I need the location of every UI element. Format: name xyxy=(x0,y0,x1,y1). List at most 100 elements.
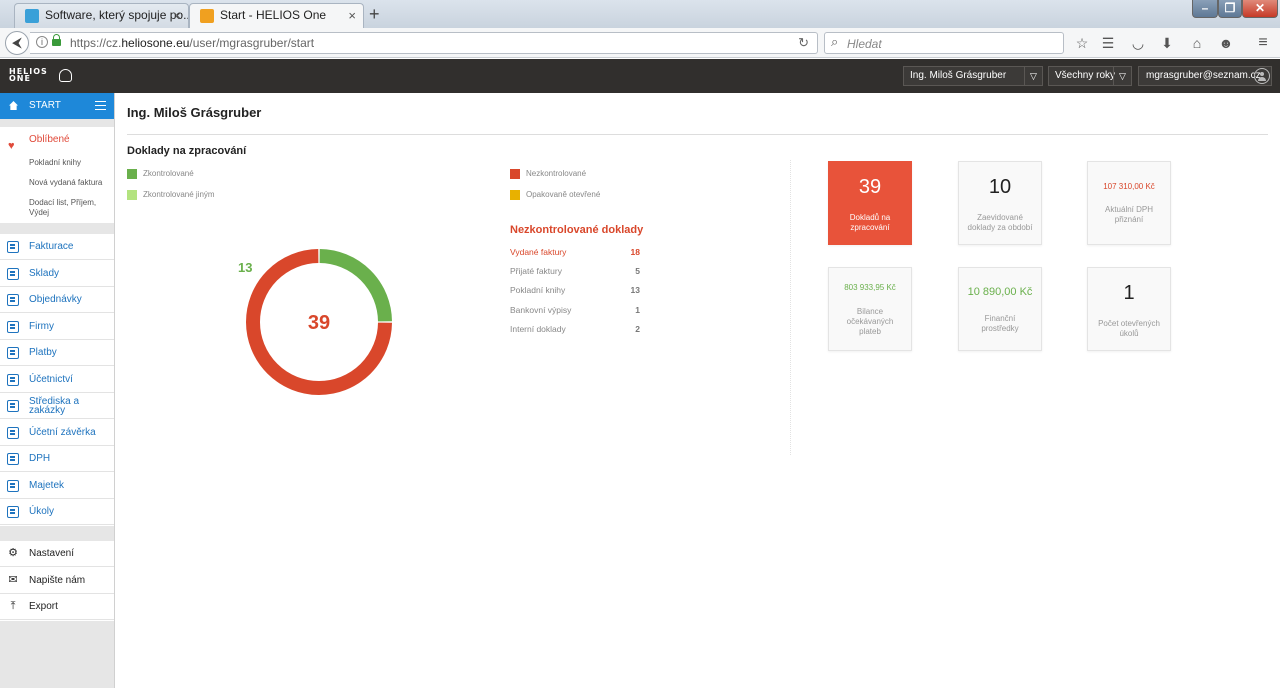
sidebar-item-nastaveni[interactable]: ⚙ Nastavení xyxy=(0,541,114,567)
menu-icon[interactable]: ≡ xyxy=(1254,34,1272,52)
sidebar-start[interactable]: START xyxy=(0,93,114,119)
user-icon[interactable] xyxy=(1254,68,1270,84)
app-header: HELIOS ONE Ing. Miloš Grásgruber ▽ Všech… xyxy=(0,59,1280,93)
company-select[interactable]: Ing. Miloš Grásgruber ▽ xyxy=(903,66,1043,86)
pocket-icon[interactable]: ◡ xyxy=(1129,34,1147,52)
browser-tab-start[interactable]: Start - HELIOS One × xyxy=(189,3,364,28)
close-tab-icon[interactable]: × xyxy=(348,4,356,27)
sidebar-item-strediska[interactable]: Střediska a zakázky xyxy=(0,393,114,419)
sidebar-item-napiste-nam[interactable]: ✉ Napište nám xyxy=(0,568,114,594)
favorite-item[interactable]: Nová vydaná faktura xyxy=(29,178,113,188)
favorites-section: ♥ Oblíbené Pokladní knihy Nová vydaná fa… xyxy=(0,127,114,223)
reading-list-icon[interactable]: ☰ xyxy=(1099,34,1117,52)
gear-icon: ⚙ xyxy=(8,547,18,559)
download-icon[interactable]: ⬇ xyxy=(1158,34,1176,52)
upload-icon: ⤒ xyxy=(10,600,16,612)
hierarchy-icon xyxy=(7,400,19,412)
documents-donut-chart: 39 xyxy=(246,249,392,395)
unchecked-row[interactable]: Bankovní výpisy 1 xyxy=(510,305,640,315)
legend-swatch xyxy=(127,169,137,179)
closing-lock-icon xyxy=(7,427,19,439)
building-icon xyxy=(7,321,19,333)
tab-title: Software, který spojuje po... xyxy=(45,8,189,22)
sidebar-item-fakturace[interactable]: Fakturace xyxy=(0,234,114,260)
search-input[interactable]: ⌕ Hledat xyxy=(824,32,1064,54)
tile-documents-to-process[interactable]: 39 Dokladů na zpracování xyxy=(828,161,912,245)
sidebar-item-platby[interactable]: Platby xyxy=(0,340,114,366)
browser-tab-software[interactable]: Software, který spojuje po... × xyxy=(14,3,189,28)
heart-icon: ♥ xyxy=(8,140,15,152)
browser-tab-strip: Software, který spojuje po... × Start - … xyxy=(0,0,1280,28)
year-select[interactable]: Všechny roky ▽ xyxy=(1048,66,1132,86)
tile-open-tasks[interactable]: 1 Počet otevřených úkolů xyxy=(1087,267,1171,351)
legend-checked-by-other: Zkontrolované jiným xyxy=(127,190,215,200)
donut-center-value: 39 xyxy=(308,312,330,334)
favorite-item[interactable]: Dodací list, Příjem, Výdej xyxy=(29,198,113,218)
modules-section: Fakturace Sklady Objednávky Firmy Platby… xyxy=(0,234,114,526)
bookmark-star-icon[interactable]: ☆ xyxy=(1073,34,1091,52)
url-text: https://cz.heliosone.eu/user/mgrasgruber… xyxy=(70,36,315,50)
home-icon[interactable]: ⌂ xyxy=(1188,34,1206,52)
tax-jar-icon xyxy=(7,453,19,465)
favorite-item[interactable]: Pokladní knihy xyxy=(29,158,113,168)
search-icon: ⌕ xyxy=(831,34,839,49)
legend-swatch xyxy=(510,169,520,179)
tile-expected-payments[interactable]: 803 933,95 Kč Bilance očekávaných plateb xyxy=(828,267,912,351)
divider xyxy=(127,134,1268,135)
unchecked-documents-title: Nezkontrolované doklady xyxy=(510,224,644,236)
unchecked-row[interactable]: Přijaté faktury 5 xyxy=(510,266,640,276)
unchecked-row[interactable]: Interní doklady 2 xyxy=(510,324,640,334)
browser-nav-bar: ⮜ i https://cz.heliosone.eu/user/mgrasgr… xyxy=(0,28,1280,58)
reload-icon[interactable]: ↻ xyxy=(798,35,809,51)
lock-icon[interactable] xyxy=(52,34,61,46)
sidebar: START ♥ Oblíbené Pokladní knihy Nová vyd… xyxy=(0,93,115,688)
box-icon xyxy=(7,268,19,280)
chevron-down-icon: ▽ xyxy=(1024,67,1042,85)
sidebar-item-sklady[interactable]: Sklady xyxy=(0,261,114,287)
tasks-icon xyxy=(7,506,19,518)
cloud-favicon-icon xyxy=(200,9,214,23)
legend-reopened: Opakovaně otevřené xyxy=(510,190,600,200)
sidebar-item-export[interactable]: ⤒ Export xyxy=(0,594,114,620)
sidebar-item-favorites[interactable]: ♥ Oblíbené xyxy=(0,127,114,153)
tile-financial-means[interactable]: 10 890,00 Kč Finanční prostředky xyxy=(958,267,1042,351)
legend-swatch xyxy=(510,190,520,200)
sidebar-item-dph[interactable]: DPH xyxy=(0,446,114,472)
invoice-icon xyxy=(7,241,19,253)
donut-checked-label: 13 xyxy=(238,260,253,275)
chevron-down-icon: ▽ xyxy=(1113,67,1131,85)
payment-card-icon xyxy=(7,347,19,359)
legend-checked: Zkontrolované xyxy=(127,169,194,179)
close-window-button[interactable]: ✕ xyxy=(1242,0,1278,18)
unchecked-row[interactable]: Vydané faktury 18 xyxy=(510,247,640,257)
minimize-window-button[interactable]: – xyxy=(1192,0,1218,18)
tab-title: Start - HELIOS One xyxy=(220,8,327,22)
page-title: Ing. Miloš Grásgruber xyxy=(127,105,262,120)
hamburger-icon[interactable] xyxy=(95,101,106,110)
tile-recorded-documents[interactable]: 10 Zaevidované doklady za období xyxy=(958,161,1042,245)
close-tab-icon[interactable]: × xyxy=(173,4,181,27)
sidebar-item-majetek[interactable]: Majetek xyxy=(0,473,114,499)
new-tab-button[interactable]: + xyxy=(369,3,380,25)
sidebar-item-ucetni-zaverka[interactable]: Účetní závěrka xyxy=(0,420,114,446)
helios-one-logo[interactable]: HELIOS ONE xyxy=(9,68,72,83)
tile-vat-return[interactable]: 107 310,00 Kč Aktuální DPH přiznání xyxy=(1087,161,1171,245)
back-arrow-icon[interactable]: ⮜ xyxy=(5,31,29,55)
cloud-favicon-icon xyxy=(25,9,39,23)
cloud-logo-icon xyxy=(59,69,72,82)
settings-section: ⚙ Nastavení ✉ Napište nám ⤒ Export xyxy=(0,541,114,621)
sidebar-item-objednavky[interactable]: Objednávky xyxy=(0,287,114,313)
unchecked-row[interactable]: Pokladní knihy 13 xyxy=(510,285,640,295)
url-bar[interactable]: i https://cz.heliosone.eu/user/mgrasgrub… xyxy=(30,32,818,54)
user-email[interactable]: mgrasgruber@seznam.cz xyxy=(1138,66,1272,86)
sidebar-item-ukoly[interactable]: Úkoly xyxy=(0,499,114,525)
sidebar-item-ucetnictvi[interactable]: Účetnictví xyxy=(0,367,114,393)
maximize-window-button[interactable]: ❐ xyxy=(1218,0,1242,18)
chat-icon[interactable]: ☻ xyxy=(1217,34,1235,52)
search-placeholder: Hledat xyxy=(847,37,882,51)
legend-swatch xyxy=(127,190,137,200)
chart-asset-icon xyxy=(7,480,19,492)
sidebar-item-firmy[interactable]: Firmy xyxy=(0,314,114,340)
ledger-icon xyxy=(7,374,19,386)
info-icon[interactable]: i xyxy=(36,36,48,48)
